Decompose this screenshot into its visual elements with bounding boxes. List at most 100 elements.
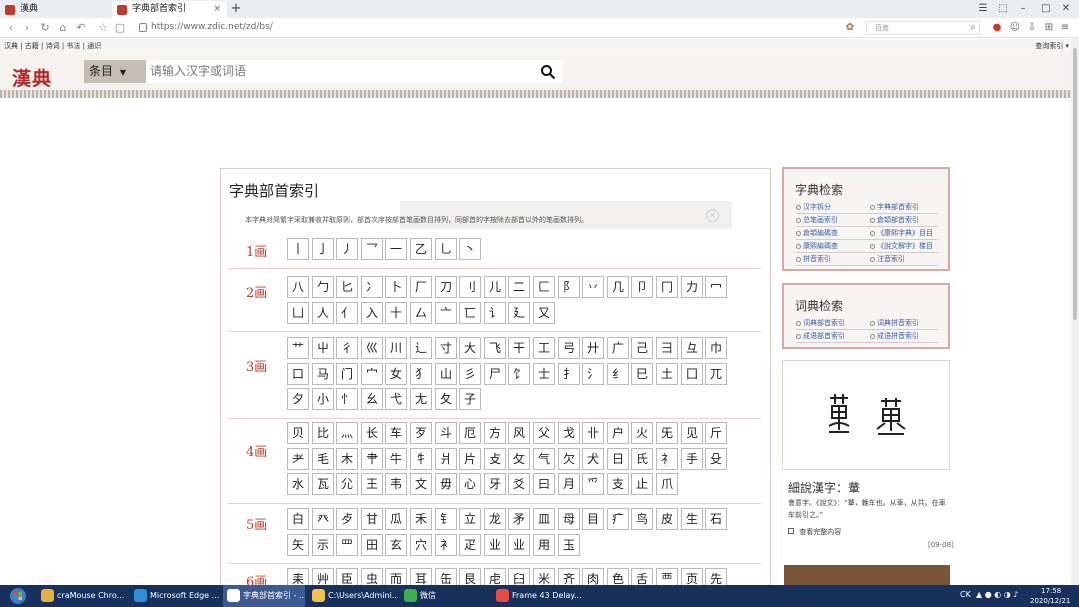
radical-button[interactable]: 疒 [607,508,629,530]
radical-button[interactable]: 匕 [336,276,358,298]
radical-button[interactable]: 长 [361,422,383,444]
radical-button[interactable]: 肀 [361,447,383,470]
maximize-icon[interactable]: □ [1038,2,1054,16]
sidebar-link[interactable]: 倉頡部首索引 [870,215,919,225]
taskbar-app[interactable]: Frame 43 Delay... [492,585,582,607]
radical-button[interactable]: 广 [607,337,629,359]
radical-button[interactable]: 矢 [287,533,309,556]
adblock-icon[interactable]: ● [990,21,1004,35]
more-menu-icon[interactable]: ≡ [1058,21,1072,35]
taskbar-app[interactable]: 微信 [400,585,488,607]
sidebar-link[interactable]: 成语拼音索引 [870,331,919,341]
scrollbar-thumb[interactable] [1073,48,1077,320]
radical-button[interactable]: 匸 [459,301,481,324]
extension-icon[interactable]: ✿ [843,21,857,35]
radical-button[interactable]: 生 [681,508,703,530]
radical-button[interactable]: 片 [459,447,481,470]
radical-button[interactable]: 彡 [459,362,481,385]
radical-button[interactable]: 门 [336,362,358,385]
site-logo[interactable]: 漢典 [12,64,52,91]
radical-button[interactable]: 火 [631,422,653,444]
radical-button[interactable]: 大 [459,337,481,359]
radical-button[interactable]: 手 [681,447,703,470]
radical-button[interactable]: 尣 [336,473,358,495]
radical-button[interactable]: 饣 [508,362,530,385]
radical-button[interactable]: 彳 [336,337,358,359]
radical-button[interactable]: 亠 [435,301,457,324]
taskbar-app[interactable]: 字典部首索引 - ... [223,585,305,607]
radical-button[interactable]: 户 [607,422,629,444]
menu-icon[interactable]: ☰ [975,2,991,16]
radical-button[interactable]: 讠 [484,301,506,324]
account-icon[interactable]: ☺ [1008,21,1022,35]
radical-button[interactable]: 冫 [361,276,383,298]
radical-button[interactable]: 风 [508,422,530,444]
radical-button[interactable]: 月 [558,473,580,495]
radical-button[interactable]: 山 [435,362,457,385]
radical-button[interactable]: 弋 [385,388,407,410]
radical-button[interactable]: 瓦 [312,473,334,495]
close-tab-icon[interactable]: × [213,1,221,18]
radical-button[interactable]: 贝 [287,422,309,444]
radical-button[interactable]: 礻 [656,447,678,470]
radical-button[interactable]: 又 [533,301,555,324]
radical-button[interactable]: 毛 [312,447,334,470]
taskbar-app[interactable]: C:\Users\Admini... [308,585,398,607]
radical-button[interactable]: 白 [287,508,309,530]
radical-button[interactable]: 八 [287,276,309,298]
download-icon[interactable]: ⇩ [1025,21,1039,35]
search-icon[interactable]: ⌕ [966,21,980,35]
radical-button[interactable]: 牙 [484,473,506,495]
feature-more-link[interactable]: 查看完整内容 [788,527,841,537]
sidebar-link[interactable]: 《康熙字典》目目 [870,228,933,238]
radical-button[interactable]: 二 [508,276,530,298]
tray-icons[interactable]: ▲ ● ◐ ◑ ♪ [976,590,1018,599]
radical-button[interactable]: 爫 [582,473,604,495]
radical-button[interactable]: 扌 [558,362,580,385]
browser-tab-radical-index[interactable]: 字典部首索引 × [112,1,227,18]
radical-button[interactable]: 气 [533,447,555,470]
radical-button[interactable]: 文 [410,473,432,495]
site-search-input[interactable]: 请输入汉字或词语 [146,60,562,83]
radical-button[interactable]: 儿 [484,276,506,298]
browser-search-input[interactable]: 百度 [866,21,980,35]
radical-button[interactable]: 亅 [312,238,334,260]
radical-button[interactable]: 歹 [410,422,432,444]
url-field[interactable]: https://www.zdic.net/zd/bs/ [151,22,273,32]
radical-button[interactable]: 氏 [631,447,653,470]
radical-button[interactable]: 禾 [410,508,432,530]
home-icon[interactable]: ⌂ [56,20,70,36]
radical-button[interactable]: 厄 [459,422,481,444]
radical-button[interactable]: 凵 [287,301,309,324]
radical-button[interactable]: 日 [607,447,629,470]
radical-button[interactable]: 心 [459,473,481,495]
star-icon[interactable]: ☆ [96,20,110,36]
windows-start-icon[interactable] [3,587,33,605]
radical-button[interactable]: 斗 [435,422,457,444]
query-index-link[interactable]: 查询索引 ▾ [1035,39,1069,54]
radical-button[interactable]: 巾 [705,337,727,359]
radical-button[interactable]: 丿 [336,238,358,260]
radical-button[interactable]: 皿 [533,508,555,530]
radical-button[interactable]: 示 [312,533,334,556]
radical-button[interactable]: 止 [631,473,653,495]
radical-button[interactable]: 甘 [361,508,383,530]
radical-button[interactable]: 十 [385,301,407,324]
radical-button[interactable]: 父 [533,422,555,444]
radical-button[interactable]: 彑 [681,337,703,359]
radical-button[interactable]: 癶 [312,508,334,530]
radical-button[interactable]: 旡 [656,422,678,444]
radical-button[interactable]: 方 [484,422,506,444]
radical-button[interactable]: 兀 [705,362,727,385]
radical-button[interactable]: 木 [336,447,358,470]
radical-button[interactable]: 人 [312,301,334,324]
radical-button[interactable]: 氵 [582,362,604,385]
radical-button[interactable]: 爿 [435,447,457,470]
radical-button[interactable]: 母 [558,508,580,530]
radical-button[interactable]: 飞 [484,337,506,359]
radical-button[interactable]: 攴 [484,447,506,470]
radical-button[interactable]: 牛 [385,447,407,470]
radical-button[interactable]: 卩 [631,276,653,298]
radical-button[interactable]: 车 [385,422,407,444]
radical-button[interactable]: 矛 [508,508,530,530]
